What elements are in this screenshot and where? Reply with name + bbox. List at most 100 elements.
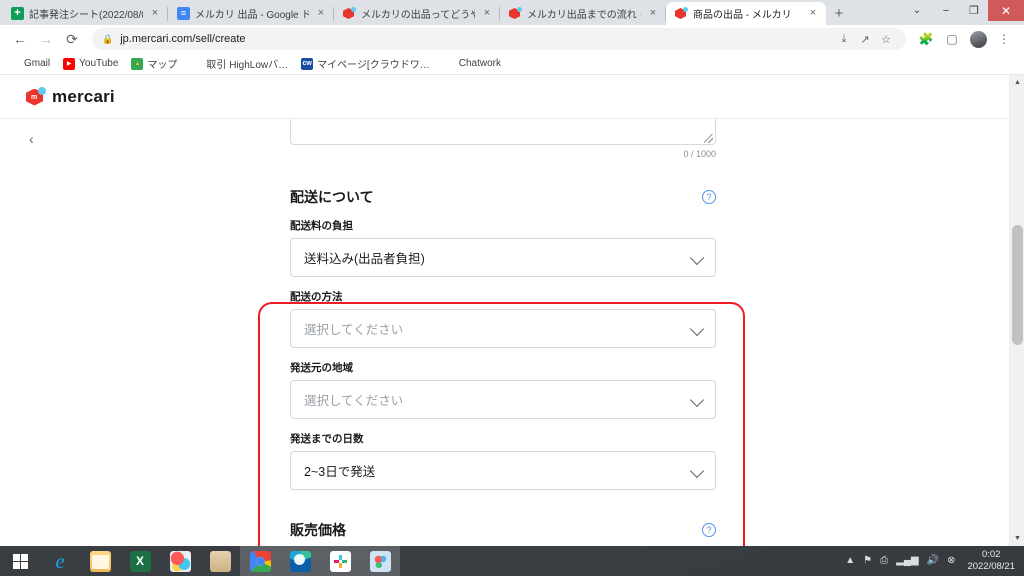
taskbar-internet-explorer[interactable]: e (40, 546, 80, 576)
bookmark-label: マイページ[クラウドワ… (317, 60, 430, 71)
shipping-method-select[interactable]: 選択してください (290, 309, 716, 348)
browser-tab[interactable]: 記事発注シート(2022/08/01~ × (2, 2, 168, 25)
field-days-to-ship: 発送までの日数 2~3日で発送 (290, 431, 716, 490)
tray-overflow-icon[interactable]: ▲ (845, 556, 855, 566)
bookmark-star-icon[interactable]: ☆ (876, 33, 896, 46)
tab-close-icon[interactable]: × (314, 7, 328, 21)
taskbar-excel[interactable]: X (120, 546, 160, 576)
browser-tab[interactable]: メルカリの出品ってどうやるの？初 × (333, 2, 500, 25)
slack-icon (329, 550, 351, 572)
mercari-icon (343, 7, 356, 20)
crowdworks-icon: cw (301, 57, 314, 70)
taskbar-microsoft-edge[interactable] (280, 546, 320, 576)
bookmark-item[interactable]: YouTube (63, 57, 118, 70)
select-placeholder: 選択してください (304, 323, 404, 337)
share-icon[interactable]: ↗ (855, 33, 875, 46)
tab-search-icon[interactable]: ⌄ (902, 0, 932, 21)
bookmark-item[interactable]: ❧ 取引 HighLowバ… (190, 56, 288, 71)
windows-logo-icon (12, 553, 28, 569)
chevron-down-icon (691, 393, 704, 406)
page-body: ‹ 0 / 1000 配送について ? 配送料の負担 送料込み(出品者負担) 配… (0, 119, 1009, 546)
action-center-icon[interactable]: ⊗ (947, 556, 955, 566)
page-viewport: m mercari ‹ 0 / 1000 配送について ? 配送料の負担 送料込… (0, 75, 1024, 546)
field-label: 発送元の地域 (290, 362, 353, 374)
minimize-button[interactable]: − (932, 0, 960, 21)
close-window-button[interactable]: ✕ (988, 0, 1024, 21)
bookmark-item[interactable]: cw マイページ[クラウドワ… (301, 56, 430, 71)
bookmark-label: Gmail (24, 58, 51, 69)
mercari-logo[interactable]: m mercari (26, 86, 115, 107)
edge-icon (289, 550, 311, 572)
taskbar-clock[interactable]: 0:02 2022/08/21 (963, 549, 1015, 573)
new-tab-button[interactable]: + (826, 2, 852, 25)
windows-taskbar: e X ▲ ⚑ ⎙ ▂▄▆ 🔊 ⊗ 0:02 2022/08/21 (0, 546, 1024, 576)
browser-tab-active[interactable]: 商品の出品 - メルカリ × (665, 2, 826, 25)
scroll-up-arrow-icon[interactable]: ▲ (1010, 75, 1024, 90)
shipping-fee-payer-select[interactable]: 送料込み(出品者負担) (290, 238, 716, 277)
browser-toolbar: ← → ⟳ 🔒 jp.mercari.com/sell/create ⤓ ↗ ☆… (0, 25, 1024, 53)
back-icon[interactable]: ← (8, 27, 32, 51)
tab-close-icon[interactable]: × (148, 7, 162, 21)
google-maps-icon (131, 57, 144, 70)
avatar[interactable] (966, 27, 990, 51)
tab-close-icon[interactable]: × (646, 7, 660, 21)
shipping-section: 配送について ? 配送料の負担 送料込み(出品者負担) 配送の方法 選択してくだ… (268, 173, 738, 510)
start-button[interactable] (0, 546, 40, 576)
chrome-menu-icon[interactable]: ⋮ (992, 27, 1016, 51)
scrollbar-thumb[interactable] (1012, 225, 1023, 345)
price-section-title: 販売価格 (290, 522, 346, 538)
network-icon[interactable]: ▂▄▆ (896, 556, 918, 566)
maximize-button[interactable]: ❐ (960, 0, 988, 21)
usb-icon[interactable]: ⎙ (880, 556, 888, 566)
install-icon[interactable]: ⤓ (834, 33, 854, 46)
shipping-origin-select[interactable]: 選択してください (290, 380, 716, 419)
tab-strip: 記事発注シート(2022/08/01~ × メルカリ 出品 - Google ド… (0, 0, 1024, 25)
flag-icon[interactable]: ⚑ (863, 556, 872, 566)
omnibox-actions: ⤓ ↗ ☆ (834, 33, 896, 46)
extensions-icon[interactable]: 🧩 (914, 27, 938, 51)
clock-date: 2022/08/21 (967, 561, 1015, 572)
volume-icon[interactable]: 🔊 (927, 556, 939, 566)
scroll-down-arrow-icon[interactable]: ▼ (1010, 531, 1024, 546)
field-label: 発送までの日数 (290, 433, 364, 445)
chatwork-icon: ❖ (442, 57, 455, 70)
tab-close-icon[interactable]: × (806, 7, 820, 21)
taskbar-file-explorer[interactable] (80, 546, 120, 576)
back-chevron-icon[interactable]: ‹ (29, 132, 34, 146)
forward-icon[interactable]: → (34, 27, 58, 51)
textarea-resize-handle[interactable] (704, 134, 713, 143)
bookmark-item[interactable]: マップ (131, 56, 177, 71)
browser-tab[interactable]: メルカリ 出品 - Google ドキュメ × (167, 2, 334, 25)
chevron-down-icon (691, 464, 704, 477)
bookmark-item[interactable]: ❖ Chatwork (442, 57, 501, 70)
taskbar-slack[interactable] (320, 546, 360, 576)
system-tray: ▲ ⚑ ⎙ ▂▄▆ 🔊 ⊗ 0:02 2022/08/21 (845, 549, 1024, 573)
reload-icon[interactable]: ⟳ (60, 27, 84, 51)
help-icon[interactable]: ? (702, 190, 716, 204)
price-section: 販売価格 ? (268, 510, 738, 546)
browser-tab[interactable]: メルカリ出品までの流れ・売り方 - × (499, 2, 666, 25)
description-textarea[interactable] (290, 119, 716, 145)
field-shipping-method: 配送の方法 選択してください (290, 289, 716, 348)
field-shipping-fee-payer: 配送料の負担 送料込み(出品者負担) (290, 218, 716, 277)
bookmark-item[interactable]: M Gmail (8, 57, 51, 70)
internet-explorer-icon: e (55, 548, 65, 573)
lock-icon: 🔒 (102, 33, 114, 44)
chevron-down-icon (691, 251, 704, 264)
google-docs-icon (177, 7, 190, 20)
taskbar-paint[interactable] (360, 546, 400, 576)
taskbar-google-chrome[interactable] (240, 546, 280, 576)
sell-form-column: 0 / 1000 配送について ? 配送料の負担 送料込み(出品者負担) 配送の… (268, 119, 738, 546)
taskbar-document[interactable] (200, 546, 240, 576)
excel-icon: X (129, 550, 151, 572)
tab-close-icon[interactable]: × (480, 7, 494, 21)
days-to-ship-select[interactable]: 2~3日で発送 (290, 451, 716, 490)
page-scrollbar[interactable]: ▲ ▼ (1009, 75, 1024, 546)
help-icon[interactable]: ? (702, 523, 716, 537)
field-label: 配送料の負担 (290, 220, 353, 232)
taskbar-paint3d[interactable] (160, 546, 200, 576)
mercari-icon (509, 7, 522, 20)
side-panel-icon[interactable]: ▢ (940, 27, 964, 51)
mercari-icon (675, 7, 688, 20)
address-bar[interactable]: 🔒 jp.mercari.com/sell/create ⤓ ↗ ☆ (92, 28, 906, 50)
